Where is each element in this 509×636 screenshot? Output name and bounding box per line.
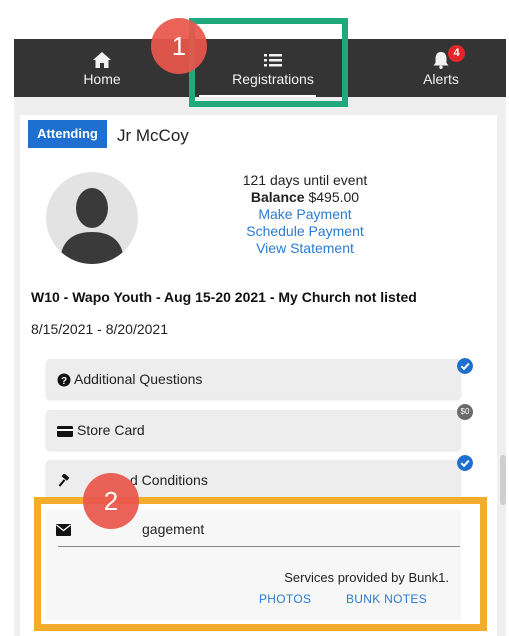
home-icon (93, 52, 111, 68)
gavel-icon (58, 474, 70, 487)
nav-home-label: Home (83, 71, 121, 87)
view-statement-link[interactable]: View Statement (192, 240, 418, 257)
check-circle-icon (457, 455, 473, 471)
balance-line: Balance $495.00 (192, 189, 418, 206)
schedule-payment-link[interactable]: Schedule Payment (192, 223, 418, 240)
registration-info: 121 days until event Balance $495.00 Mak… (192, 172, 418, 257)
nav-alerts[interactable]: Alerts 4 (371, 39, 509, 97)
days-until-event: 121 days until event (242, 172, 368, 188)
alerts-count-badge: 4 (448, 45, 465, 62)
scrollbar-thumb[interactable] (500, 455, 506, 505)
balance-value: $495.00 (308, 189, 360, 205)
store-card-row[interactable]: Store Card (46, 410, 461, 450)
additional-questions-label: Additional Questions (74, 371, 203, 387)
event-dates: 8/15/2021 - 8/20/2021 (31, 321, 169, 337)
make-payment-link[interactable]: Make Payment (192, 206, 418, 223)
nav-alerts-label: Alerts (423, 71, 459, 87)
camper-name: Jr McCoy (117, 126, 189, 145)
avatar (46, 172, 138, 264)
question-circle-icon: ? (57, 373, 71, 387)
attending-tag: Attending (28, 120, 107, 148)
person-silhouette-icon (60, 188, 124, 264)
balance-label: Balance (250, 189, 305, 205)
callout-marker-1: 1 (151, 18, 207, 74)
additional-questions-row[interactable]: ? Additional Questions (46, 359, 461, 399)
store-card-amount-badge: $0 (457, 404, 473, 420)
svg-text:?: ? (61, 376, 67, 387)
check-circle-icon (457, 358, 473, 374)
highlight-box-registrations (189, 18, 348, 107)
callout-marker-2: 2 (83, 473, 139, 529)
terms-conditions-label: d Conditions (130, 472, 208, 488)
event-title: W10 - Wapo Youth - Aug 15-20 2021 - My C… (31, 289, 417, 305)
credit-card-icon (57, 426, 73, 437)
store-card-label: Store Card (77, 422, 145, 438)
